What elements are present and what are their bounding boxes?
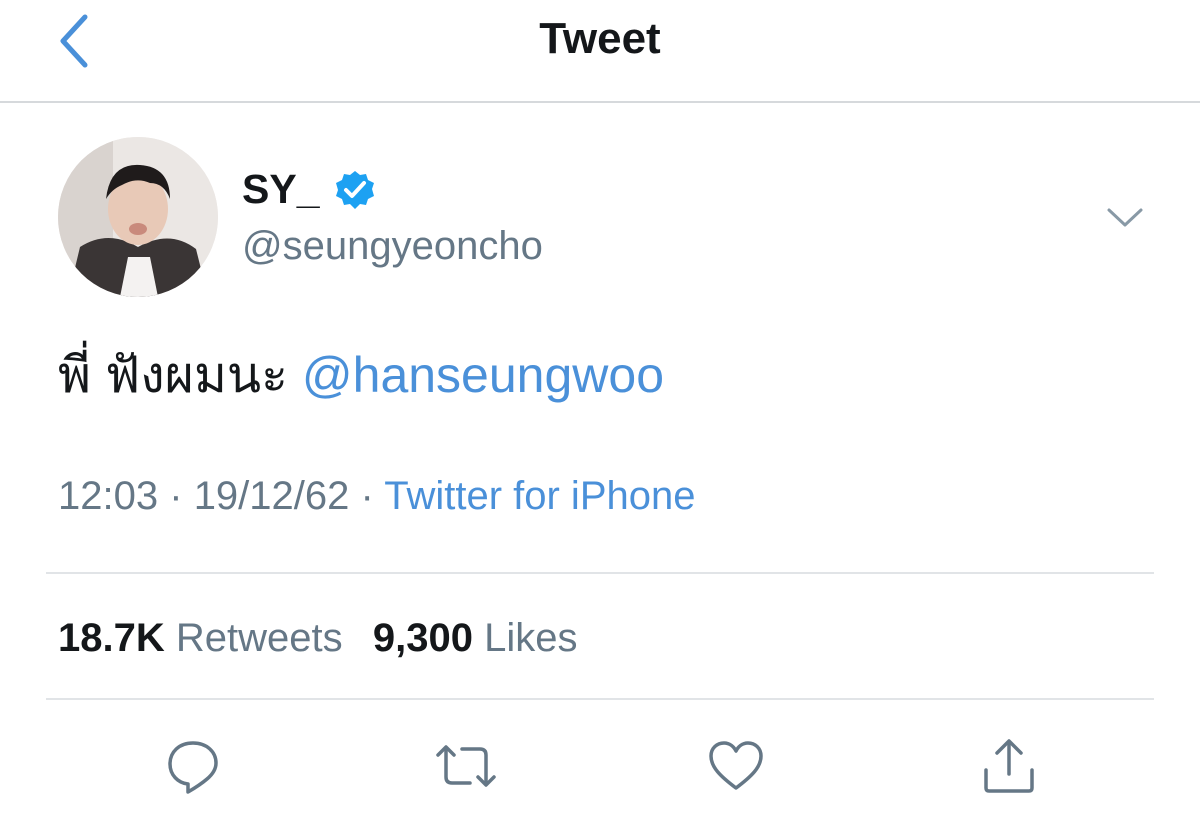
divider bbox=[46, 698, 1154, 700]
nav-header: Tweet bbox=[0, 0, 1200, 103]
mention-link[interactable]: @hanseungwoo bbox=[302, 347, 664, 403]
chevron-down-icon[interactable] bbox=[1104, 200, 1146, 236]
tweet-date: 19/12/62 bbox=[193, 474, 350, 518]
meta-separator: · bbox=[360, 474, 374, 518]
user-handle[interactable]: @seungyeoncho bbox=[242, 224, 543, 269]
page-title: Tweet bbox=[539, 14, 661, 63]
tweet-time: 12:03 bbox=[58, 474, 159, 518]
share-button[interactable] bbox=[977, 734, 1041, 798]
likes-label: Likes bbox=[484, 616, 578, 660]
like-button[interactable] bbox=[704, 734, 768, 798]
display-name-text[interactable]: SY_ bbox=[242, 166, 320, 213]
divider bbox=[46, 572, 1154, 574]
tweet-source-link[interactable]: Twitter for iPhone bbox=[384, 474, 695, 518]
avatar-photo bbox=[58, 137, 218, 297]
share-icon[interactable] bbox=[980, 736, 1038, 796]
more-options-button[interactable] bbox=[1104, 200, 1146, 236]
likes-stat[interactable]: 9,300 Likes bbox=[373, 616, 578, 660]
display-name[interactable]: SY_ bbox=[242, 166, 376, 213]
meta-separator: · bbox=[169, 474, 183, 518]
retweets-stat[interactable]: 18.7K Retweets bbox=[58, 616, 354, 660]
avatar[interactable] bbox=[58, 137, 218, 297]
like-icon[interactable] bbox=[706, 738, 766, 794]
retweets-label: Retweets bbox=[175, 616, 343, 660]
likes-count: 9,300 bbox=[372, 616, 473, 660]
retweet-button[interactable] bbox=[434, 734, 498, 798]
tweet-body: พี่ ฟังผมนะ bbox=[58, 347, 288, 403]
verified-badge-icon bbox=[335, 170, 374, 209]
retweet-icon[interactable] bbox=[434, 737, 498, 795]
tweet-meta: 12:03 · 19/12/62 · Twitter for iPhone bbox=[58, 470, 695, 522]
tweet-text: พี่ ฟังผมนะ @hanseungwoo bbox=[58, 340, 664, 410]
tweet-stats: 18.7K Retweets 9,300 Likes bbox=[58, 612, 578, 664]
retweets-count: 18.7K bbox=[58, 616, 165, 660]
reply-icon[interactable] bbox=[164, 737, 222, 795]
reply-button[interactable] bbox=[161, 734, 225, 798]
